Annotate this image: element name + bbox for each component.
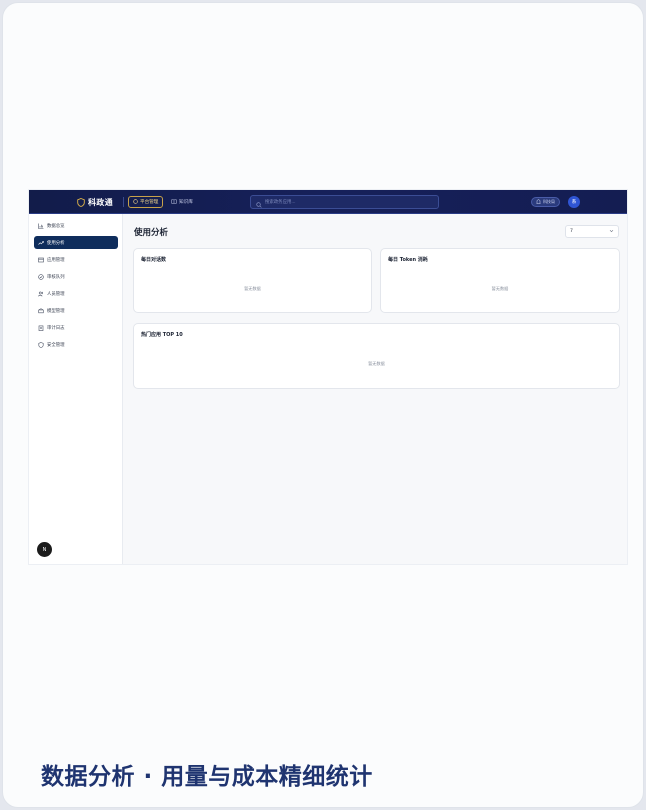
sidebar-item-label: 安全管理 <box>47 342 65 348</box>
empty-state: 暂无数据 <box>491 286 509 291</box>
building-icon <box>536 199 541 205</box>
range-select[interactable]: 7 <box>565 225 619 238</box>
users-icon <box>38 291 44 297</box>
nav-knowledge-label: 知识库 <box>179 200 193 205</box>
panel-top-apps: 热门应用 TOP 10 暂无数据 <box>133 323 620 389</box>
nav-platform-admin[interactable]: 平台管理 <box>128 196 164 208</box>
book-icon <box>171 199 177 206</box>
panel-daily-conversations: 每日对话数 暂无数据 <box>133 248 372 313</box>
box-icon <box>38 307 44 314</box>
divider <box>123 197 124 207</box>
sidebar-item-app-management[interactable]: 应用管理 <box>34 253 118 266</box>
avatar[interactable]: 系 <box>568 196 580 208</box>
trend-line-icon <box>38 240 44 246</box>
bar-chart-icon <box>38 223 44 229</box>
page-title: 使用分析 <box>134 228 169 238</box>
sidebar-item-people[interactable]: 人员管理 <box>34 287 118 300</box>
nav-knowledge-base[interactable]: 知识库 <box>171 196 193 208</box>
brand-name: 科政通 <box>88 197 113 207</box>
sidebar-item-review-queue[interactable]: 审核队列 <box>34 270 118 283</box>
empty-state: 暂无数据 <box>244 286 261 291</box>
sidebar-item-security[interactable]: 安全管理 <box>34 338 118 351</box>
top-bar: 科政通 平台管理 知识库 搜索政务应用... 科技局 系 <box>29 190 627 214</box>
nav-platform-label: 平台管理 <box>140 200 159 205</box>
check-circle-icon <box>38 273 44 280</box>
clipboard-icon <box>38 325 44 331</box>
chevron-down-icon <box>609 229 614 235</box>
sidebar-item-label: 模型管理 <box>47 308 65 314</box>
shield-logo-icon <box>77 197 85 207</box>
empty-state: 暂无数据 <box>368 361 385 366</box>
sidebar-item-label: 使用分析 <box>47 240 65 246</box>
n-badge[interactable]: N <box>37 542 52 557</box>
org-chip-label: 科技局 <box>543 199 555 204</box>
shield-icon <box>38 341 44 348</box>
search-input[interactable]: 搜索政务应用... <box>250 195 439 209</box>
sidebar-item-label: 审计日志 <box>47 325 65 331</box>
sidebar-item-label: 审核队列 <box>47 274 65 280</box>
sidebar-item-models[interactable]: 模型管理 <box>34 304 118 317</box>
brand-logo[interactable]: 科政通 <box>77 196 113 208</box>
sidebar-item-usage-analysis[interactable]: 使用分析 <box>34 236 118 249</box>
sidebar: 数据总览 使用分析 应用管理 审核队列 人员管理 模型管理 审计日志 安全管理 … <box>29 214 123 564</box>
search-icon <box>256 193 262 212</box>
showcase-card: 科政通 平台管理 知识库 搜索政务应用... 科技局 系 数据总览 使用分析 应… <box>2 2 644 808</box>
sidebar-item-label: 数据总览 <box>47 223 65 229</box>
sidebar-item-overview[interactable]: 数据总览 <box>34 219 118 232</box>
sidebar-item-audit-log[interactable]: 审计日志 <box>34 321 118 334</box>
range-select-value: 7 <box>570 229 573 234</box>
window-icon <box>38 257 44 263</box>
sidebar-item-label: 应用管理 <box>47 257 65 263</box>
panel-title: 热门应用 TOP 10 <box>141 332 183 338</box>
sidebar-item-label: 人员管理 <box>47 291 65 297</box>
panel-title: 每日对话数 <box>141 257 167 263</box>
panel-title: 每日 Token 消耗 <box>388 257 428 263</box>
panel-daily-token-usage: 每日 Token 消耗 暂无数据 <box>380 248 620 313</box>
circle-icon <box>133 198 138 206</box>
app-screenshot: 科政通 平台管理 知识库 搜索政务应用... 科技局 系 数据总览 使用分析 应… <box>29 190 627 564</box>
search-placeholder: 搜索政务应用... <box>265 200 296 205</box>
feature-caption: 数据分析 · 用量与成本精细统计 <box>41 764 373 790</box>
org-chip[interactable]: 科技局 <box>531 197 560 207</box>
